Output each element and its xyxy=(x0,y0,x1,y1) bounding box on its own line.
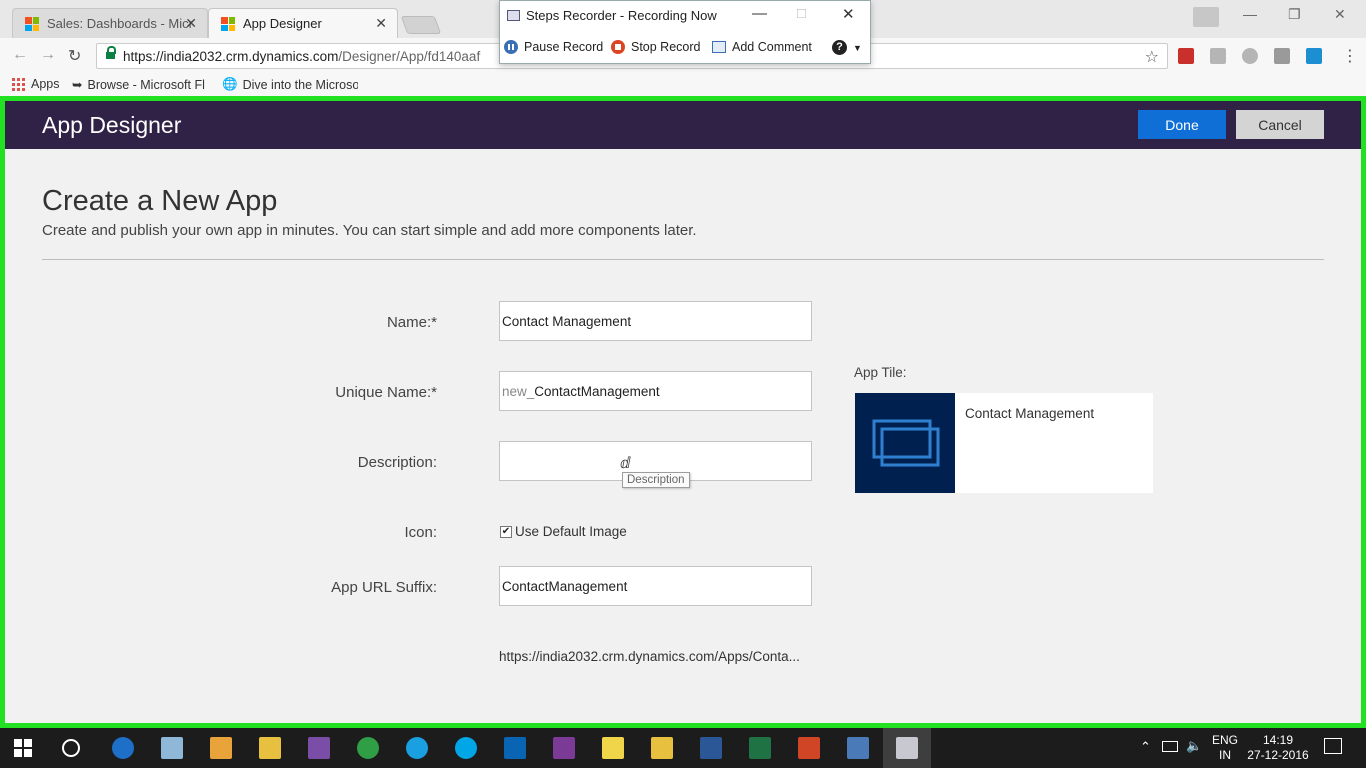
windows-taskbar: ⌃ 🔈 ENG IN 14:19 27-12-2016 xyxy=(0,728,1366,768)
bookmark-dive[interactable]: 🌐 Dive into the Microso xyxy=(222,77,358,92)
notifications-icon[interactable] xyxy=(1324,738,1342,754)
menu-icon[interactable]: ⋮ xyxy=(1342,46,1358,66)
sticky-notes-icon[interactable] xyxy=(602,737,624,759)
skype-business-icon[interactable] xyxy=(406,737,428,759)
help-icon: ? xyxy=(832,40,847,55)
globe-icon: 🌐 xyxy=(222,77,238,91)
bookmark-label: Browse - Microsoft Fl xyxy=(87,77,205,92)
language-code: ENG xyxy=(1211,733,1238,747)
file-explorer-icon[interactable] xyxy=(259,737,281,759)
battery-icon[interactable] xyxy=(1162,741,1178,752)
notepad-icon[interactable] xyxy=(161,737,183,759)
tab-label: Sales: Dashboards - Micr xyxy=(47,16,193,31)
region-code: IN xyxy=(1219,748,1231,762)
minimize-icon[interactable]: — xyxy=(1243,6,1257,22)
clock[interactable]: 14:19 27-12-2016 xyxy=(1244,733,1312,763)
store-icon[interactable] xyxy=(210,737,232,759)
dropbox-icon[interactable] xyxy=(1210,48,1226,64)
comment-icon xyxy=(712,41,726,53)
bookmark-apps[interactable]: Apps xyxy=(12,77,60,91)
bookmark-star-icon[interactable]: ☆ xyxy=(1145,47,1159,67)
add-comment-label: Add Comment xyxy=(732,40,812,54)
steps-recorder-taskbar-icon[interactable] xyxy=(896,737,918,759)
cloud-icon[interactable] xyxy=(1242,48,1258,64)
back-icon[interactable]: ← xyxy=(12,46,28,64)
extension-red-icon[interactable] xyxy=(1178,48,1194,64)
tab-app-designer[interactable]: App Designer ✕ xyxy=(208,8,398,38)
chevron-down-icon[interactable]: ▼ xyxy=(853,43,862,53)
volume-icon[interactable]: 🔈 xyxy=(1186,738,1202,754)
help-files-icon[interactable] xyxy=(651,737,673,759)
bookmarks-bar: Apps ➥ Browse - Microsoft Fl 🌐 Dive into… xyxy=(0,74,1366,96)
excel-icon[interactable] xyxy=(749,737,771,759)
bookmark-flow[interactable]: ➥ Browse - Microsoft Fl xyxy=(72,77,206,93)
bookmark-label: Apps xyxy=(31,77,60,91)
powerpoint-icon[interactable] xyxy=(798,737,820,759)
skype-icon[interactable] xyxy=(455,737,477,759)
outlook-icon[interactable] xyxy=(504,737,526,759)
url-path: /Designer/App/fd140aaf xyxy=(338,48,481,64)
steps-recorder-window: Steps Recorder - Recording Now — □ ✕ Pau… xyxy=(499,0,871,64)
tab-sales-dashboards[interactable]: Sales: Dashboards - Micr ✕ xyxy=(12,8,208,38)
pause-record-button[interactable]: Pause Record xyxy=(504,40,603,54)
microsoft-logo-icon xyxy=(25,17,39,31)
language-indicator[interactable]: ENG IN xyxy=(1208,733,1242,763)
steps-recorder-icon xyxy=(507,10,520,21)
pause-icon xyxy=(504,40,518,54)
tab-label: App Designer xyxy=(243,16,322,31)
recording-highlight-frame xyxy=(0,96,1366,728)
flow-icon: ➥ xyxy=(72,78,83,92)
new-tab-button[interactable] xyxy=(400,16,442,34)
clock-time: 14:19 xyxy=(1262,733,1294,747)
profile-icon[interactable] xyxy=(1193,7,1219,27)
windows-start-icon[interactable] xyxy=(14,739,32,757)
url-host: https://india2032.crm.dynamics.com xyxy=(123,48,339,64)
bookmark-label: Dive into the Microso xyxy=(242,77,358,92)
add-comment-button[interactable]: Add Comment xyxy=(712,40,812,54)
word-icon[interactable] xyxy=(700,737,722,759)
onenote-icon[interactable] xyxy=(553,737,575,759)
steps-recorder-title: Steps Recorder - Recording Now xyxy=(526,8,717,23)
show-hidden-icons-icon[interactable]: ⌃ xyxy=(1140,739,1151,755)
forward-icon[interactable]: → xyxy=(40,46,56,64)
clock-date: 27-12-2016 xyxy=(1247,748,1309,762)
cortana-icon[interactable] xyxy=(62,739,80,757)
stop-record-label: Stop Record xyxy=(631,40,701,54)
tab-close-icon[interactable]: ✕ xyxy=(185,15,197,32)
tab-close-icon[interactable]: ✕ xyxy=(375,15,387,32)
close-window-icon[interactable]: ✕ xyxy=(1334,6,1346,23)
chrome-icon[interactable] xyxy=(357,737,379,759)
network-app-icon[interactable] xyxy=(847,737,869,759)
camera-icon[interactable] xyxy=(1274,48,1290,64)
visual-studio-icon[interactable] xyxy=(308,737,330,759)
steps-recorder-toolbar: Pause Record Stop Record Add Comment ? ▼ xyxy=(500,35,870,63)
restore-icon[interactable]: ❐ xyxy=(1288,6,1301,23)
steps-maximize-icon: □ xyxy=(797,5,807,22)
stop-record-button[interactable]: Stop Record xyxy=(611,40,700,54)
stop-icon xyxy=(611,40,625,54)
extension-blue-icon[interactable] xyxy=(1306,48,1322,64)
steps-close-icon[interactable]: ✕ xyxy=(842,5,855,23)
reload-icon[interactable]: ↻ xyxy=(68,46,81,66)
help-button[interactable]: ? ▼ xyxy=(832,40,862,55)
apps-grid-icon xyxy=(12,77,25,91)
edge-icon[interactable] xyxy=(112,737,134,759)
steps-minimize-icon[interactable]: — xyxy=(752,5,767,22)
lock-icon xyxy=(106,46,116,61)
microsoft-logo-icon xyxy=(221,17,235,31)
pause-record-label: Pause Record xyxy=(524,40,604,54)
